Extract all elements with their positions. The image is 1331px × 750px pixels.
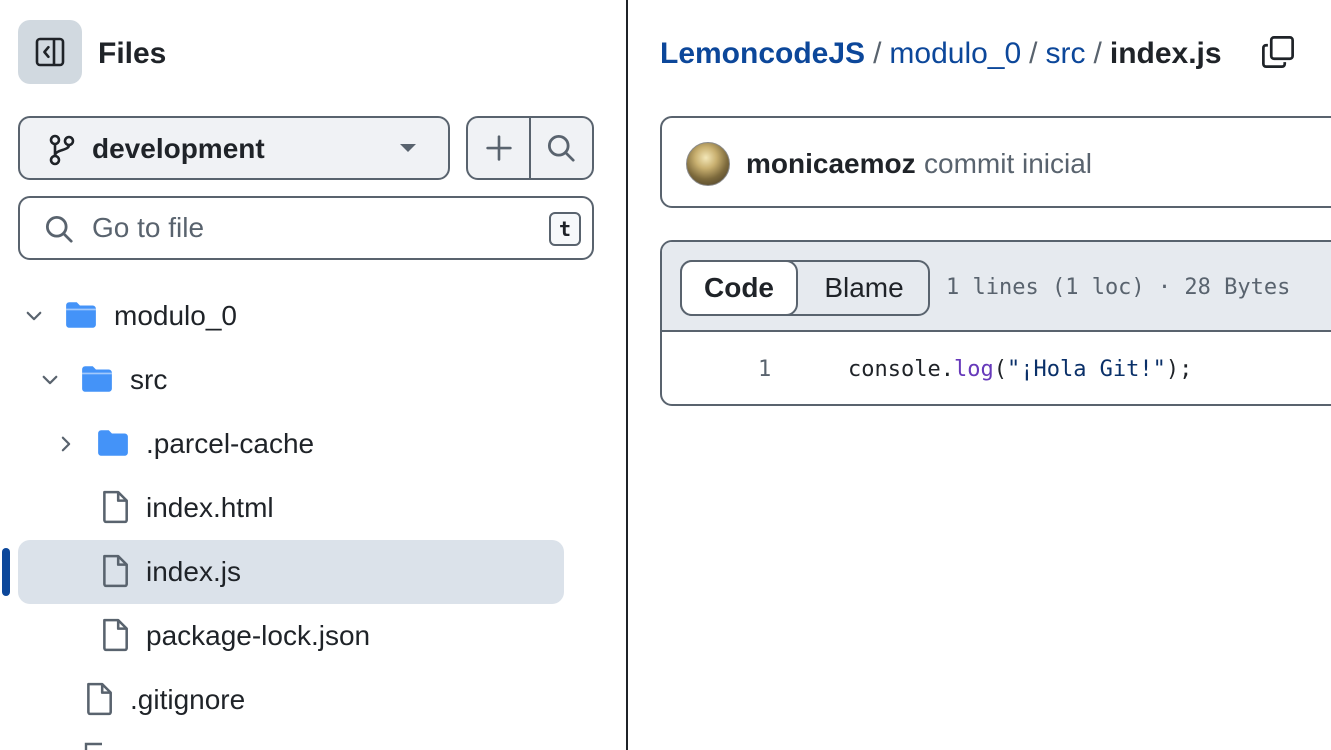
breadcrumb-folder-link[interactable]: modulo_0 bbox=[889, 37, 1021, 70]
chevron-down-icon bbox=[400, 144, 416, 152]
breadcrumb-separator: / bbox=[1093, 37, 1102, 70]
tree-item-label: package-lock.json bbox=[146, 620, 371, 651]
file-size-info: 1 lines (1 loc) · 28 Bytes bbox=[946, 275, 1291, 300]
file-icon bbox=[103, 618, 128, 652]
git-branch-icon bbox=[49, 134, 75, 166]
tree-item-modulo-0[interactable]: modulo_0 bbox=[18, 284, 564, 348]
code-token-function: log bbox=[953, 357, 994, 382]
file-tree-panel: Files development Go to file t modulo_0 … bbox=[0, 0, 626, 750]
search-icon bbox=[45, 215, 73, 243]
breadcrumb-folder-link[interactable]: src bbox=[1046, 37, 1086, 70]
tree-item-label: modulo_0 bbox=[114, 300, 237, 331]
collapse-sidebar-button[interactable] bbox=[18, 20, 82, 84]
code-token: ( bbox=[993, 357, 1007, 382]
latest-commit-box: monicaemoz commit inicial bbox=[660, 116, 1331, 208]
tree-item-label: index.js bbox=[146, 556, 241, 587]
search-code-button[interactable] bbox=[531, 118, 592, 178]
tree-item-index-html[interactable]: index.html bbox=[18, 476, 564, 540]
breadcrumb-repo-link[interactable]: LemoncodeJS bbox=[660, 37, 865, 70]
keyboard-shortcut: t bbox=[549, 212, 581, 246]
folder-icon bbox=[98, 430, 128, 456]
file-icon bbox=[87, 682, 112, 716]
tree-item-label: .gitignore bbox=[130, 684, 246, 715]
go-to-file-input[interactable] bbox=[92, 210, 532, 246]
branch-selector-button[interactable]: development bbox=[18, 116, 450, 180]
breadcrumb-current-file: index.js bbox=[1109, 37, 1222, 70]
line-number[interactable]: 1 bbox=[758, 354, 771, 386]
breadcrumb: LemoncodeJS / modulo_0/src / index.js bbox=[660, 34, 1222, 74]
code-token: ); bbox=[1165, 357, 1193, 382]
chevron-down-icon bbox=[42, 375, 58, 385]
tab-blame[interactable]: Blame bbox=[798, 262, 930, 314]
add-file-button[interactable] bbox=[468, 118, 529, 178]
view-mode-toggle: Code Blame bbox=[680, 260, 930, 316]
code-token: console. bbox=[848, 357, 954, 382]
tree-item-package-lock-json[interactable]: package-lock.json bbox=[18, 604, 564, 668]
code-token-string: "¡Hola Git!" bbox=[1006, 357, 1166, 382]
tree-item-parcel-cache[interactable]: .parcel-cache bbox=[18, 412, 564, 476]
breadcrumb-separator: / bbox=[873, 37, 882, 70]
file-viewer-header: Code Blame 1 lines (1 loc) · 28 Bytes bbox=[662, 242, 1331, 332]
tab-code[interactable]: Code bbox=[680, 260, 798, 316]
copy-path-button[interactable] bbox=[1260, 34, 1296, 75]
tree-item-src[interactable]: src bbox=[18, 348, 564, 412]
plus-icon bbox=[485, 135, 512, 161]
panel-divider[interactable] bbox=[626, 0, 628, 750]
chevron-right-icon bbox=[61, 436, 71, 452]
file-icon bbox=[103, 554, 128, 588]
folder-icon bbox=[66, 302, 96, 328]
sidebar-collapse-icon bbox=[35, 37, 65, 67]
files-heading: Files bbox=[98, 37, 167, 70]
code-line[interactable]: console.log("¡Hola Git!"); bbox=[848, 354, 1192, 386]
tree-item-gitignore[interactable]: .gitignore bbox=[18, 668, 564, 732]
go-to-file-box: t bbox=[18, 196, 594, 260]
tree-actions bbox=[466, 116, 594, 180]
avatar[interactable] bbox=[686, 142, 730, 186]
tree-item-label: .parcel-cache bbox=[146, 428, 315, 459]
breadcrumb-separator: / bbox=[1029, 37, 1038, 70]
file-icon bbox=[84, 742, 102, 750]
commit-author-link[interactable]: monicaemoz bbox=[746, 146, 916, 182]
tree-item-label: index.html bbox=[146, 492, 274, 523]
branch-name: development bbox=[92, 133, 265, 164]
file-viewer: Code Blame 1 lines (1 loc) · 28 Bytes 1 … bbox=[660, 240, 1331, 406]
tree-item-label: src bbox=[130, 364, 168, 395]
tree-item-index-js[interactable]: index.js bbox=[18, 540, 564, 604]
search-icon bbox=[548, 134, 576, 162]
selection-indicator bbox=[2, 548, 10, 596]
file-icon bbox=[103, 490, 128, 524]
copy-icon bbox=[1262, 36, 1294, 68]
folder-icon bbox=[82, 366, 112, 392]
commit-message-link[interactable]: commit inicial bbox=[924, 146, 1092, 182]
chevron-down-icon bbox=[26, 311, 42, 321]
